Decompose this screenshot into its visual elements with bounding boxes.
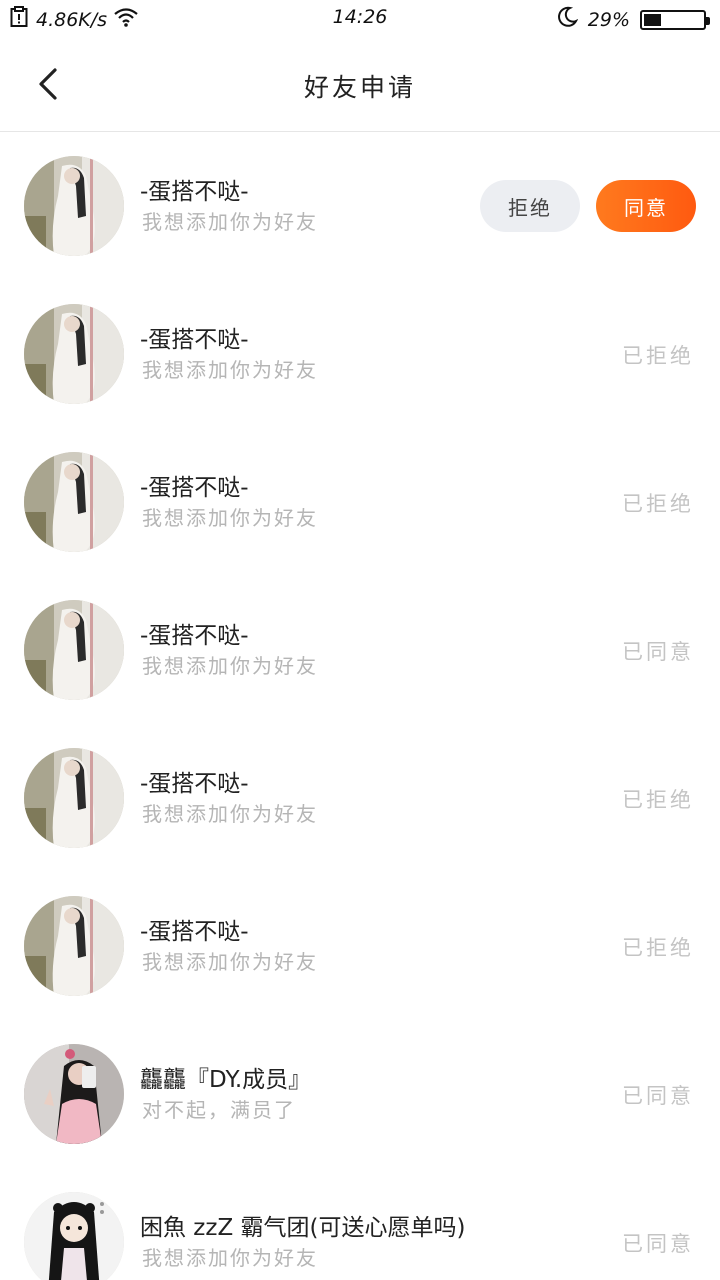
request-message: 对不起，满员了 — [142, 1098, 296, 1122]
request-status: 已拒绝 — [622, 492, 694, 516]
requester-name: -蛋搭不哒- — [140, 623, 249, 649]
request-status: 已拒绝 — [622, 788, 694, 812]
request-status: 已拒绝 — [622, 936, 694, 960]
page-title: 好友申请 — [303, 73, 416, 102]
avatar-image — [24, 1192, 124, 1280]
status-bar: 4.86K/s 14:26 29% — [0, 0, 720, 36]
requester-name: -蛋搭不哒- — [140, 771, 249, 797]
requester-name: -蛋搭不哒- — [140, 919, 249, 945]
request-message: 我想添加你为好友 — [142, 654, 318, 678]
avatar[interactable] — [24, 452, 124, 552]
request-status: 已拒绝 — [622, 344, 694, 368]
avatar-image — [24, 304, 124, 404]
avatar[interactable] — [24, 896, 124, 996]
request-status: 已同意 — [622, 640, 694, 664]
avatar[interactable] — [24, 600, 124, 700]
friend-request-row[interactable]: -蛋搭不哒- 我想添加你为好友 已拒绝 — [0, 280, 720, 428]
accept-button[interactable]: 同意 — [596, 180, 696, 232]
requester-name: 龘龘『DY.成员』 — [140, 1067, 312, 1093]
friend-request-row[interactable]: 困魚 zzZ 霸气团(可送心愿单吗) 我想添加你为好友 已同意 — [0, 1168, 720, 1280]
friend-request-row[interactable]: -蛋搭不哒- 我想添加你为好友 已同意 — [0, 576, 720, 724]
request-message: 我想添加你为好友 — [142, 210, 318, 234]
request-message: 我想添加你为好友 — [142, 506, 318, 530]
avatar[interactable] — [24, 1192, 124, 1280]
reject-button[interactable]: 拒绝 — [480, 180, 580, 232]
status-right: 29% — [556, 6, 710, 33]
avatar[interactable] — [24, 156, 124, 256]
avatar-image — [24, 1044, 124, 1144]
friend-request-row[interactable]: -蛋搭不哒- 我想添加你为好友 拒绝 同意 — [0, 132, 720, 280]
requester-name: -蛋搭不哒- — [140, 475, 249, 501]
friend-request-row[interactable]: 龘龘『DY.成员』 对不起，满员了 已同意 — [0, 1020, 720, 1168]
friend-request-row[interactable]: -蛋搭不哒- 我想添加你为好友 已拒绝 — [0, 428, 720, 576]
avatar[interactable] — [24, 304, 124, 404]
avatar[interactable] — [24, 748, 124, 848]
moon-icon — [556, 6, 579, 33]
battery-fill — [644, 13, 661, 26]
friend-request-row[interactable]: -蛋搭不哒- 我想添加你为好友 已拒绝 — [0, 724, 720, 872]
requester-name: -蛋搭不哒- — [140, 179, 249, 205]
avatar-image — [24, 748, 124, 848]
avatar[interactable] — [24, 1044, 124, 1144]
request-message: 我想添加你为好友 — [142, 358, 318, 382]
avatar-image — [24, 896, 124, 996]
request-status: 已同意 — [622, 1232, 694, 1256]
request-message: 我想添加你为好友 — [142, 802, 318, 826]
avatar-image — [24, 452, 124, 552]
request-message: 我想添加你为好友 — [142, 1246, 318, 1270]
avatar-image — [24, 156, 124, 256]
battery-icon — [640, 9, 710, 30]
header: 好友申请 — [0, 36, 720, 132]
requester-name: 困魚 zzZ 霸气团(可送心愿单吗) — [140, 1215, 466, 1241]
avatar-image — [24, 600, 124, 700]
request-message: 我想添加你为好友 — [142, 950, 318, 974]
friend-request-row[interactable]: -蛋搭不哒- 我想添加你为好友 已拒绝 — [0, 872, 720, 1020]
friend-request-list: -蛋搭不哒- 我想添加你为好友 拒绝 同意 -蛋搭不哒- 我想添加你为好友 已拒绝 -蛋搭不哒… — [0, 132, 720, 1280]
request-status: 已同意 — [622, 1084, 694, 1108]
battery-percent: 29% — [587, 8, 630, 31]
requester-name: -蛋搭不哒- — [140, 327, 249, 353]
